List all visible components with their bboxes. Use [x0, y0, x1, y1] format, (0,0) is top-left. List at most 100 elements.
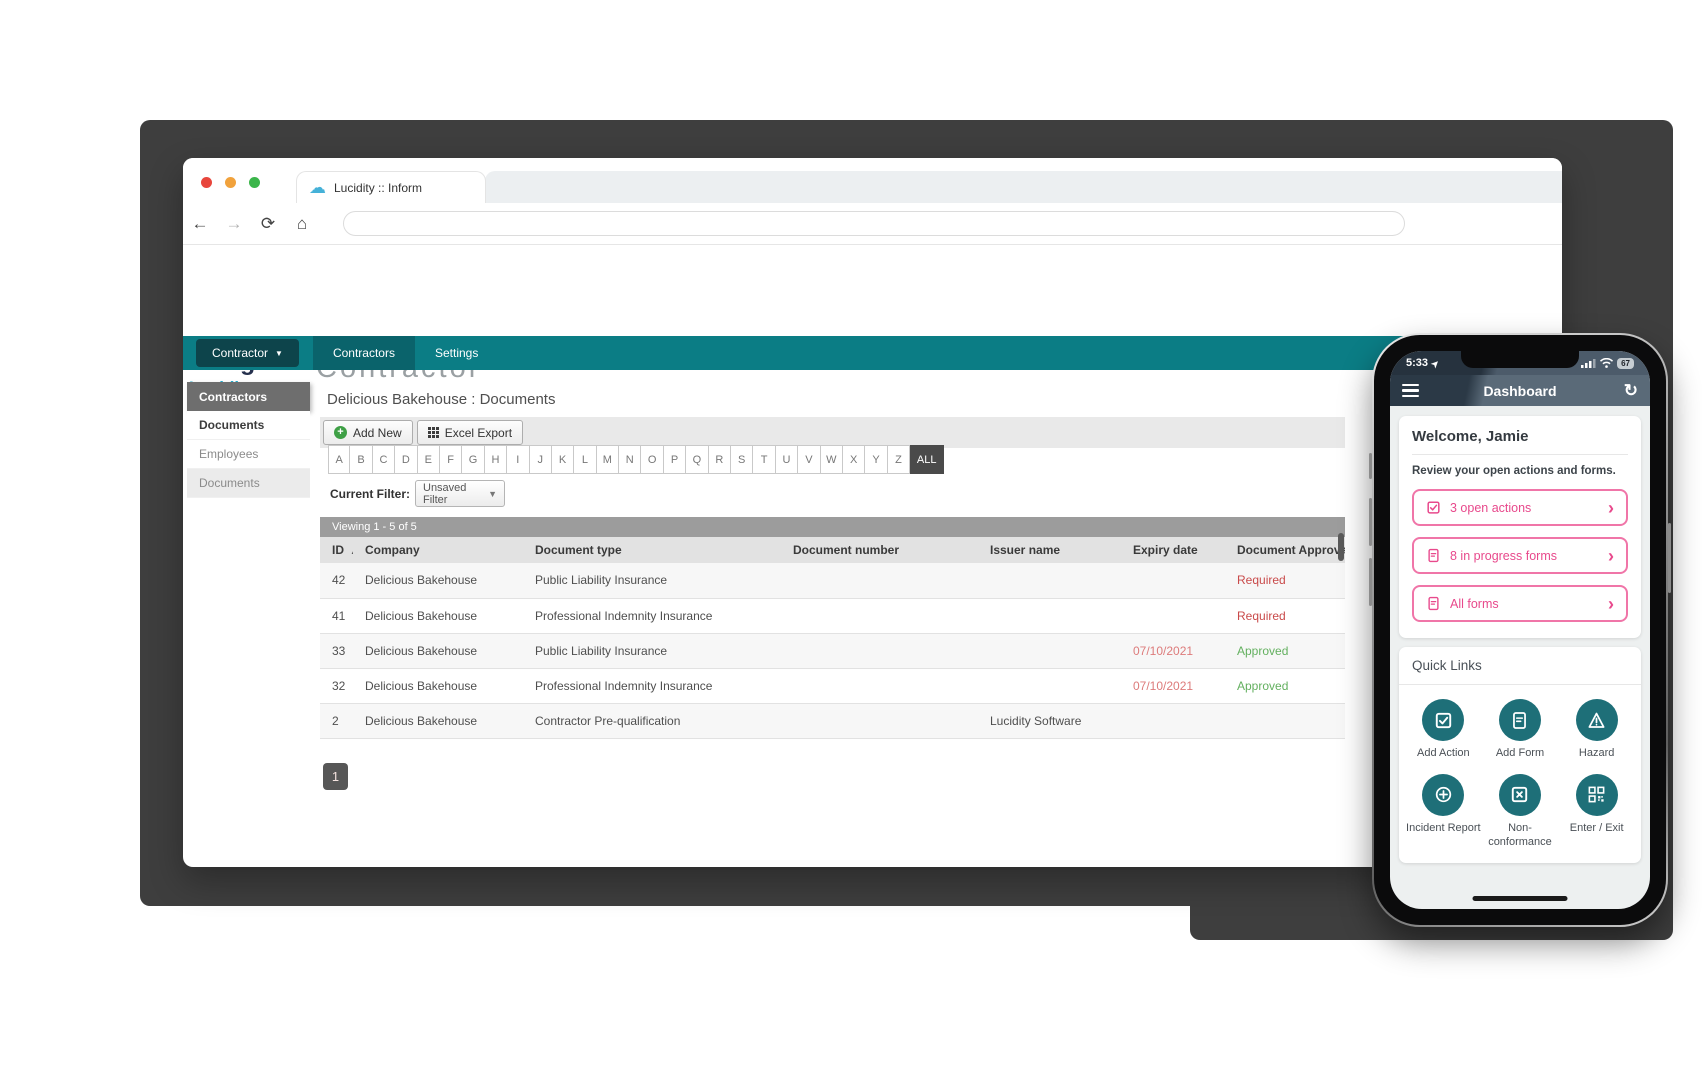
back-icon[interactable]: ←	[183, 214, 217, 234]
alpha-filter-p[interactable]: P	[664, 445, 686, 474]
action-button-3-open-actions[interactable]: 3 open actions›	[1412, 489, 1628, 526]
alpha-filter-h[interactable]: H	[485, 445, 507, 474]
column-header-document-type[interactable]: Document type	[523, 537, 781, 563]
nav-item-settings[interactable]: Settings	[415, 336, 498, 370]
alpha-filter-k[interactable]: K	[552, 445, 574, 474]
table-cell: Required	[1225, 563, 1345, 598]
table-cell: Approved	[1225, 633, 1345, 668]
alpha-filter-b[interactable]: B	[350, 445, 372, 474]
phone-volume-up-button	[1369, 498, 1372, 546]
excel-export-button[interactable]: Excel Export	[417, 420, 523, 445]
alpha-filter-u[interactable]: U	[776, 445, 798, 474]
home-icon[interactable]: ⌂	[285, 214, 319, 234]
window-close-button[interactable]	[201, 177, 212, 188]
alpha-filter-f[interactable]: F	[440, 445, 462, 474]
sidebar-item-documents[interactable]: Documents	[187, 469, 310, 498]
table-cell: Delicious Bakehouse	[353, 668, 523, 703]
alpha-filter-z[interactable]: Z	[888, 445, 910, 474]
chevron-down-icon: ▼	[488, 489, 497, 499]
browser-tab[interactable]: ☁ Lucidity :: Inform	[296, 171, 486, 203]
table-row[interactable]: 32Delicious BakehouseProfessional Indemn…	[320, 668, 1345, 703]
home-indicator[interactable]	[1473, 896, 1568, 901]
column-header-expiry-date[interactable]: Expiry date	[1121, 537, 1225, 563]
column-header-issuer-name[interactable]: Issuer name	[978, 537, 1121, 563]
forward-icon[interactable]: →	[217, 214, 251, 234]
add-new-button[interactable]: + Add New	[323, 420, 413, 445]
window-minimize-button[interactable]	[225, 177, 236, 188]
alpha-filter-e[interactable]: E	[418, 445, 440, 474]
column-header-document-number[interactable]: Document number	[781, 537, 978, 563]
quick-link-hazard[interactable]: Hazard	[1558, 699, 1635, 761]
alpha-filter-g[interactable]: G	[462, 445, 484, 474]
alpha-filter-a[interactable]: A	[328, 445, 350, 474]
table-cell: Approved	[1225, 668, 1345, 703]
alpha-filter-l[interactable]: L	[574, 445, 596, 474]
alpha-filter-n[interactable]: N	[619, 445, 641, 474]
alpha-filter-w[interactable]: W	[821, 445, 843, 474]
action-button-8-in-progress-forms[interactable]: 8 in progress forms›	[1412, 537, 1628, 574]
table-cell	[781, 633, 978, 668]
refresh-icon[interactable]: ↻	[1624, 381, 1638, 401]
hamburger-menu-icon[interactable]	[1402, 384, 1419, 398]
table-row[interactable]: 41Delicious BakehouseProfessional Indemn…	[320, 598, 1345, 633]
window-zoom-button[interactable]	[249, 177, 260, 188]
pagination-page-1[interactable]: 1	[323, 763, 348, 790]
table-row[interactable]: 42Delicious BakehousePublic Liability In…	[320, 563, 1345, 598]
table-row[interactable]: 33Delicious BakehousePublic Liability In…	[320, 633, 1345, 668]
sidebar-item-employees[interactable]: Employees	[187, 440, 310, 469]
alpha-filter-j[interactable]: J	[530, 445, 552, 474]
column-header-document-approval-s[interactable]: Document Approval S	[1225, 537, 1345, 563]
browser-tab-strip: ☁ Lucidity :: Inform	[183, 158, 1562, 203]
phone-body: Welcome, Jamie Review your open actions …	[1390, 406, 1650, 909]
phone-screen: 5:33➤ 67 Dashboard ↻ Welcome, Jamie Re	[1390, 351, 1650, 909]
quick-link-incident-report[interactable]: Incident Report	[1405, 774, 1482, 850]
alpha-filter-all[interactable]: ALL	[910, 445, 944, 474]
quick-link-add-form[interactable]: Add Form	[1482, 699, 1559, 761]
nav-item-contractors[interactable]: Contractors	[313, 336, 415, 370]
table-cell	[1225, 703, 1345, 738]
app-header: Ideagen Lucidity Contractor (SUPERADMIN)…	[183, 245, 1562, 336]
quick-link-add-action[interactable]: Add Action	[1405, 699, 1482, 761]
column-header-company[interactable]: Company	[353, 537, 523, 563]
table-cell: 41	[320, 598, 353, 633]
reload-icon[interactable]: ⟳	[251, 214, 285, 234]
alpha-filter-t[interactable]: T	[753, 445, 775, 474]
action-button-all-forms[interactable]: All forms›	[1412, 585, 1628, 622]
alpha-filter-s[interactable]: S	[731, 445, 753, 474]
alpha-filter-m[interactable]: M	[597, 445, 619, 474]
table-scrollbar-thumb[interactable]	[1338, 533, 1344, 561]
documents-table-wrap: ID▲CompanyDocument typeDocument numberIs…	[320, 537, 1345, 739]
battery-icon: 67	[1617, 358, 1634, 369]
sidebar-item-contractors[interactable]: Contractors	[187, 382, 310, 411]
alpha-filter-y[interactable]: Y	[865, 445, 887, 474]
table-cell: Delicious Bakehouse	[353, 633, 523, 668]
stage: ☁ Lucidity :: Inform ← → ⟳ ⌂ Ideagen Luc…	[0, 0, 1702, 1065]
sidebar: ContractorsDocumentsEmployeesDocuments	[187, 382, 310, 498]
table-toolbar: + Add New Excel Export	[320, 417, 1345, 448]
alpha-filter-q[interactable]: Q	[686, 445, 708, 474]
alpha-filter-v[interactable]: V	[798, 445, 820, 474]
table-cell	[1121, 598, 1225, 633]
alpha-filter-d[interactable]: D	[395, 445, 417, 474]
table-row[interactable]: 2Delicious BakehouseContractor Pre-quali…	[320, 703, 1345, 738]
alpha-filter-o[interactable]: O	[641, 445, 663, 474]
address-bar[interactable]	[343, 211, 1405, 236]
filter-dropdown[interactable]: Unsaved Filter ▼	[415, 480, 505, 507]
browser-toolbar: ← → ⟳ ⌂	[183, 203, 1562, 245]
alpha-filter-i[interactable]: I	[507, 445, 529, 474]
table-cell	[781, 668, 978, 703]
phone-bezel: 5:33➤ 67 Dashboard ↻ Welcome, Jamie Re	[1374, 335, 1666, 925]
contractor-menu-button[interactable]: Contractor ▼	[196, 339, 299, 367]
sidebar-item-documents[interactable]: Documents	[187, 411, 310, 440]
quick-link-enter-exit[interactable]: Enter / Exit	[1558, 774, 1635, 850]
grid-icon	[428, 427, 439, 438]
quick-link-non-conformance[interactable]: Non-conformance	[1482, 774, 1559, 850]
alpha-filter-x[interactable]: X	[843, 445, 865, 474]
alpha-filter-r[interactable]: R	[709, 445, 731, 474]
add-new-label: Add New	[353, 426, 402, 440]
table-cell: Lucidity Software	[978, 703, 1121, 738]
table-cell: Required	[1225, 598, 1345, 633]
column-header-id[interactable]: ID▲	[320, 537, 353, 563]
alpha-filter-c[interactable]: C	[373, 445, 395, 474]
nonconformance-icon	[1499, 774, 1541, 816]
